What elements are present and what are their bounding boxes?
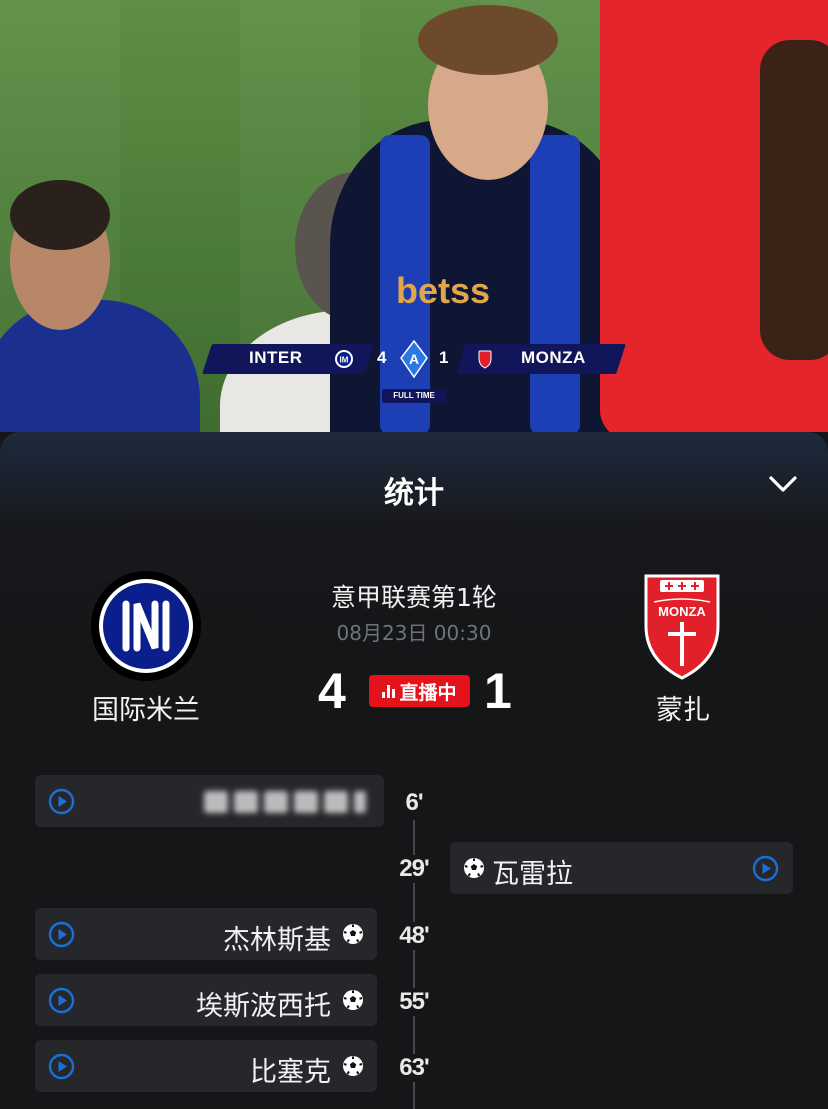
event-player-name: 杰林斯基: [223, 925, 331, 956]
serie-a-logo-icon: A: [400, 340, 428, 378]
timeline-event-away[interactable]: 瓦雷拉: [450, 842, 793, 894]
scoreboard-home-score: 4: [377, 348, 387, 367]
timeline-event-home[interactable]: 比塞克: [35, 1040, 377, 1092]
timeline-event-home[interactable]: [35, 775, 384, 827]
sponsor-text: betss: [396, 270, 491, 311]
play-icon[interactable]: [48, 987, 75, 1014]
play-icon[interactable]: [752, 855, 779, 882]
soccer-ball-icon: [343, 924, 363, 944]
home-score: 4: [318, 663, 346, 719]
scoreboard-status: FULL TIME: [382, 389, 446, 403]
player-figure: [0, 300, 200, 432]
soccer-ball-icon: [464, 858, 484, 878]
event-minute: 6': [384, 789, 444, 817]
scoreboard-overlay: INTER IM 4 A 1 MONZA: [202, 340, 626, 378]
svg-text:MONZA: MONZA: [658, 604, 706, 619]
monza-crest-icon: MONZA: [644, 574, 720, 680]
scoreboard-home-team: INTER: [249, 348, 303, 367]
live-label: 直播中: [399, 681, 457, 704]
home-team-name: 国际米兰: [92, 695, 200, 726]
player-figure: [10, 180, 110, 250]
scoreboard-away-team: MONZA: [521, 348, 586, 367]
video-player[interactable]: betss INTER IM 4 A 1 MONZA FULL TIME: [0, 0, 828, 432]
inter-crest-icon: [91, 571, 201, 681]
play-icon[interactable]: [48, 921, 75, 948]
player-figure: [530, 135, 580, 432]
blurred-player-name: [196, 789, 366, 815]
event-player-name: 埃斯波西托: [196, 991, 331, 1022]
event-minute: 63': [384, 1054, 444, 1082]
timeline-event-home[interactable]: 杰林斯基: [35, 908, 377, 960]
live-bars-icon: [382, 684, 396, 698]
soccer-ball-icon: [343, 1056, 363, 1076]
timeline-event-home[interactable]: 埃斯波西托: [35, 974, 377, 1026]
play-icon[interactable]: [48, 1053, 75, 1080]
match-datetime: 08月23日 00:30: [336, 621, 492, 645]
event-minute: 48': [384, 922, 444, 950]
event-minute: 29': [384, 855, 444, 883]
league-round: 意甲联赛第1轮: [331, 583, 497, 612]
away-score: 1: [484, 663, 512, 719]
svg-text:A: A: [409, 351, 419, 367]
scoreboard-away-score: 1: [439, 348, 449, 367]
away-team-name: 蒙扎: [656, 695, 710, 726]
inter-crest-icon: IM: [335, 350, 353, 368]
live-badge[interactable]: 直播中: [369, 675, 470, 707]
monza-crest-icon: [478, 350, 492, 369]
event-player-name: 瓦雷拉: [492, 859, 573, 890]
event-minute: 55': [384, 988, 444, 1016]
svg-text:IM: IM: [340, 356, 349, 365]
panel-title: 统计: [384, 476, 444, 511]
play-icon[interactable]: [48, 788, 75, 815]
player-figure: [418, 5, 558, 75]
event-player-name: 比塞克: [250, 1057, 331, 1088]
soccer-ball-icon: [343, 990, 363, 1010]
chevron-down-icon[interactable]: [766, 470, 800, 498]
player-figure: [760, 40, 828, 360]
